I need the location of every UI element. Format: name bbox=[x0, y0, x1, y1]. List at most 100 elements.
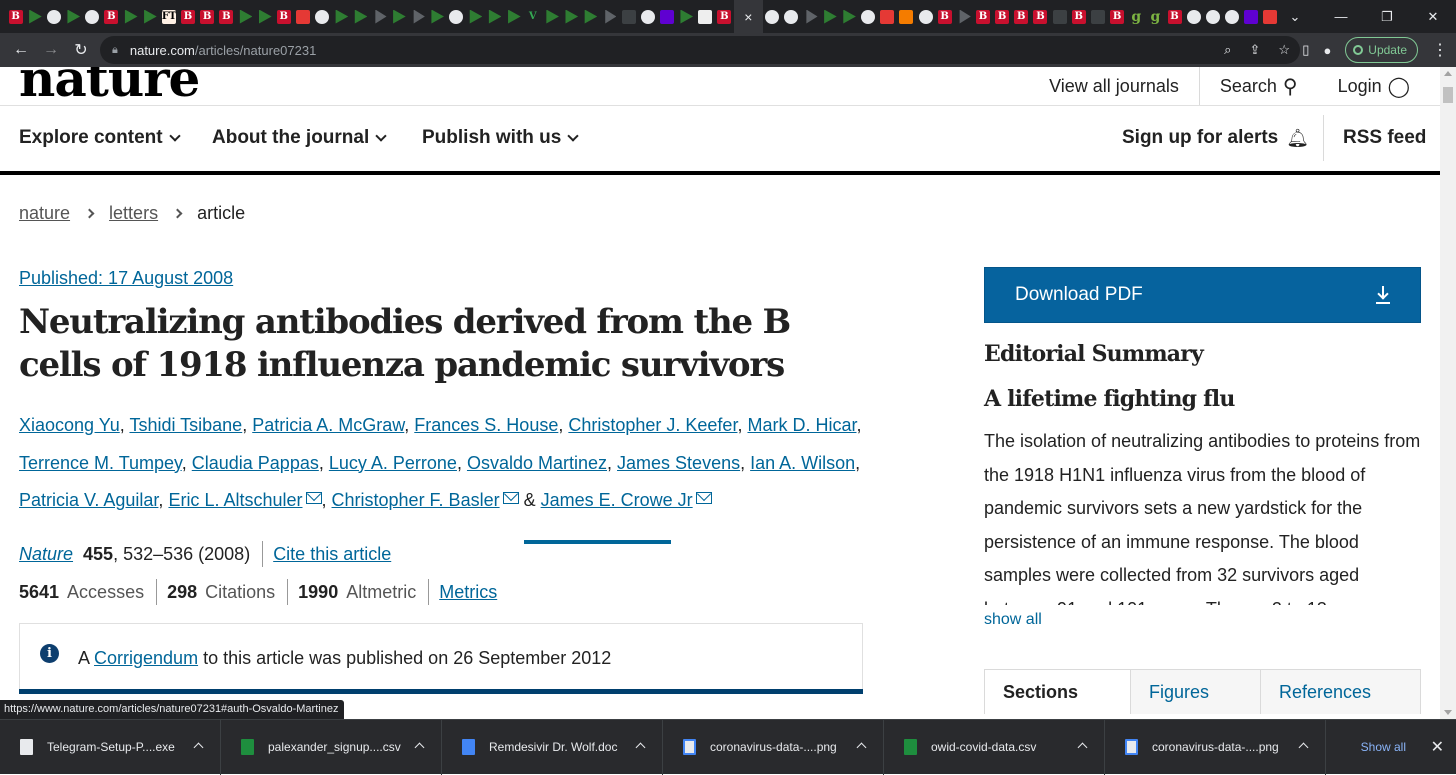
tab-favicon-bi[interactable]: B bbox=[993, 0, 1012, 33]
corrigendum-link[interactable]: Corrigendum bbox=[94, 648, 198, 668]
tab-favicon-bi[interactable]: B bbox=[715, 0, 734, 33]
tab-favicon-play[interactable] bbox=[63, 0, 82, 33]
breadcrumb-nature[interactable]: nature bbox=[19, 203, 70, 224]
author-link[interactable]: Mark D. Hicar bbox=[747, 415, 856, 435]
tab-favicon-play[interactable] bbox=[504, 0, 523, 33]
share-icon[interactable]: ⇪ bbox=[1249, 42, 1260, 58]
scroll-thumb[interactable] bbox=[1443, 87, 1453, 103]
tab-favicon-yel[interactable] bbox=[1242, 0, 1261, 33]
tab-favicon-bi[interactable]: B bbox=[1031, 0, 1050, 33]
nav-publish[interactable]: Publish with us bbox=[422, 105, 580, 171]
tab-favicon-play[interactable] bbox=[236, 0, 255, 33]
tab-favicon-yel[interactable] bbox=[657, 0, 676, 33]
back-button[interactable]: ← bbox=[6, 35, 36, 65]
chevron-up-icon[interactable] bbox=[193, 742, 204, 752]
download-item[interactable]: owid-covid-data.csv bbox=[884, 719, 1105, 775]
close-window-button[interactable]: ✕ bbox=[1410, 0, 1456, 33]
metrics-link[interactable]: Metrics bbox=[439, 582, 497, 603]
tab-favicon-play[interactable] bbox=[562, 0, 581, 33]
author-link[interactable]: Patricia A. McGraw bbox=[252, 415, 404, 435]
tab-favicon-play[interactable] bbox=[466, 0, 485, 33]
view-all-journals-link[interactable]: View all journals bbox=[1029, 67, 1199, 105]
nav-explore-content[interactable]: Explore content bbox=[19, 105, 181, 171]
tab-favicon-bi[interactable]: B bbox=[198, 0, 217, 33]
tab-favicon-circ[interactable] bbox=[782, 0, 801, 33]
address-bar[interactable]: 🔒︎ nature.com/articles/nature07231 ⌕ ⇪ ☆ bbox=[100, 36, 1300, 64]
close-shelf-icon[interactable]: ✕ bbox=[1431, 737, 1444, 757]
tab-favicon-orange[interactable] bbox=[897, 0, 916, 33]
menu-kebab-icon[interactable]: ⋮ bbox=[1432, 40, 1448, 60]
show-all-downloads-button[interactable]: Show all bbox=[1361, 740, 1406, 754]
tab-references[interactable]: References bbox=[1260, 670, 1420, 714]
tab-favicon-circ[interactable] bbox=[638, 0, 657, 33]
published-date-link[interactable]: Published: 17 August 2008 bbox=[19, 268, 233, 289]
chevron-up-icon[interactable] bbox=[1298, 742, 1309, 752]
tab-favicon-dark[interactable] bbox=[1050, 0, 1069, 33]
author-link[interactable]: Lucy A. Perrone bbox=[329, 453, 457, 473]
tab-favicon-play[interactable] bbox=[676, 0, 695, 33]
tab-favicon-red[interactable] bbox=[878, 0, 897, 33]
close-tab-icon[interactable]: × bbox=[744, 9, 752, 25]
download-item[interactable]: Remdesivir Dr. Wolf.doc bbox=[442, 719, 663, 775]
tab-favicon-play[interactable] bbox=[121, 0, 140, 33]
bookmark-star-icon[interactable]: ☆ bbox=[1278, 42, 1290, 58]
author-link[interactable]: Tshidi Tsibane bbox=[129, 415, 242, 435]
tab-favicon-g[interactable]: g bbox=[1146, 0, 1165, 33]
breadcrumb-letters[interactable]: letters bbox=[109, 203, 158, 224]
tab-favicon-dark[interactable] bbox=[619, 0, 638, 33]
tab-favicon-arrow[interactable] bbox=[408, 0, 427, 33]
chevron-up-icon[interactable] bbox=[856, 742, 867, 752]
tab-favicon-arrow[interactable] bbox=[801, 0, 820, 33]
zoom-icon[interactable]: ⌕ bbox=[1224, 42, 1231, 58]
tab-favicon-circ[interactable] bbox=[916, 0, 935, 33]
author-link-hovered[interactable]: Osvaldo Martinez bbox=[467, 453, 607, 473]
tab-favicon-bi[interactable]: B bbox=[1069, 0, 1088, 33]
author-link[interactable]: Christopher J. Keefer bbox=[568, 415, 737, 435]
author-link[interactable]: Xiaocong Yu bbox=[19, 415, 120, 435]
tab-favicon-bi[interactable]: B bbox=[274, 0, 293, 33]
tab-favicon-circ[interactable] bbox=[83, 0, 102, 33]
search-link[interactable]: Search ⚲ bbox=[1200, 67, 1318, 105]
tab-favicon-v[interactable]: V bbox=[523, 0, 542, 33]
scroll-up-arrow[interactable] bbox=[1444, 71, 1452, 76]
tab-favicon-ft[interactable]: FT bbox=[159, 0, 178, 33]
download-pdf-button[interactable]: Download PDF bbox=[984, 267, 1421, 323]
tab-favicon-arrow[interactable] bbox=[600, 0, 619, 33]
new-tab-button[interactable]: + bbox=[1220, 5, 1244, 28]
tab-figures[interactable]: Figures bbox=[1130, 670, 1260, 714]
tab-favicon-circ[interactable] bbox=[858, 0, 877, 33]
forward-button[interactable]: → bbox=[36, 35, 66, 65]
nature-logo[interactable]: nature bbox=[19, 67, 200, 108]
chevron-up-icon[interactable] bbox=[635, 742, 646, 752]
author-link[interactable]: Eric L. Altschuler bbox=[168, 490, 302, 510]
author-link[interactable]: James Stevens bbox=[617, 453, 740, 473]
tab-favicon-bi[interactable]: B bbox=[6, 0, 25, 33]
reload-button[interactable]: ↻ bbox=[66, 35, 96, 65]
update-button[interactable]: Update bbox=[1345, 37, 1418, 63]
tab-favicon-play[interactable] bbox=[581, 0, 600, 33]
tab-favicon-g[interactable]: g bbox=[1127, 0, 1146, 33]
author-link[interactable]: Patricia V. Aguilar bbox=[19, 490, 158, 510]
tab-favicon-play[interactable] bbox=[485, 0, 504, 33]
nav-about-journal[interactable]: About the journal bbox=[212, 105, 387, 171]
tab-favicon-bi[interactable]: B bbox=[935, 0, 954, 33]
login-link[interactable]: Login ◯ bbox=[1318, 67, 1440, 105]
sign-up-alerts[interactable]: Sign up for alerts 🔔︎ bbox=[1122, 105, 1309, 171]
scroll-down-arrow[interactable] bbox=[1444, 710, 1452, 715]
cite-article-link[interactable]: Cite this article bbox=[273, 544, 391, 565]
profile-icon[interactable]: ● bbox=[1323, 43, 1331, 58]
author-link[interactable]: Claudia Pappas bbox=[192, 453, 319, 473]
download-item[interactable]: Telegram-Setup-P....exe bbox=[0, 719, 221, 775]
rss-feed-link[interactable]: RSS feed bbox=[1343, 105, 1426, 171]
tab-search-icon[interactable]: ⌄ bbox=[1272, 0, 1318, 33]
author-link[interactable]: Frances S. House bbox=[414, 415, 558, 435]
tab-favicon-play[interactable] bbox=[427, 0, 446, 33]
download-item[interactable]: coronavirus-data-....png bbox=[1105, 719, 1326, 775]
download-item[interactable]: palexander_signup....csv bbox=[221, 719, 442, 775]
tab-favicon-arrow[interactable] bbox=[954, 0, 973, 33]
tab-favicon-play[interactable] bbox=[542, 0, 561, 33]
tab-favicon-play[interactable] bbox=[351, 0, 370, 33]
show-all-link[interactable]: show all bbox=[984, 611, 1042, 629]
tab-favicon-bi[interactable]: B bbox=[1165, 0, 1184, 33]
tab-favicon-play[interactable] bbox=[389, 0, 408, 33]
